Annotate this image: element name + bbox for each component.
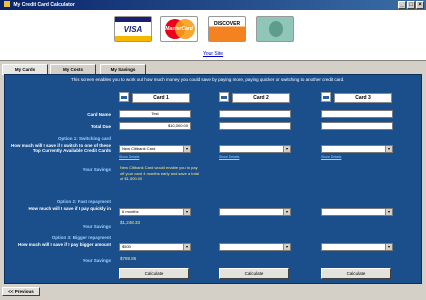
visa-logo-text: VISA bbox=[123, 25, 143, 34]
card-1-fast-repayment-select[interactable]: 6 months ▾ bbox=[119, 208, 191, 216]
option-3-savings-value: $789.85 bbox=[120, 256, 137, 261]
mastercard-logo-text: MasterCard bbox=[165, 26, 193, 32]
visa-logo: VISA bbox=[114, 16, 152, 42]
app-icon bbox=[4, 1, 10, 7]
window-titlebar: My Credit Card Calculator _ □ × bbox=[0, 0, 426, 10]
window-title: My Credit Card Calculator bbox=[13, 2, 75, 8]
close-button[interactable]: × bbox=[416, 1, 424, 9]
card-2-calculate-button[interactable]: Calculate bbox=[219, 268, 289, 279]
chevron-down-icon: ▾ bbox=[283, 146, 290, 152]
card-3-total-due-input[interactable] bbox=[321, 122, 393, 130]
card-name-label: Card Name bbox=[87, 112, 111, 117]
tab-bar: My Cards My Costs My Savings bbox=[0, 60, 426, 75]
card-1-switch-select[interactable]: New Citibank Card ▾ bbox=[119, 145, 191, 153]
chevron-down-icon: ▾ bbox=[183, 244, 190, 250]
chevron-down-icon: ▾ bbox=[385, 146, 392, 152]
option-2-savings-label: Your Savings bbox=[82, 224, 111, 229]
chevron-down-icon: ▾ bbox=[283, 209, 290, 215]
card-1-header: Card 1 bbox=[119, 91, 191, 105]
previous-button[interactable]: << Previous bbox=[2, 287, 40, 296]
option-1-question: How much will I save if I switch to one … bbox=[10, 143, 111, 153]
card-icon bbox=[119, 92, 129, 102]
card-2-switch-select[interactable]: ▾ bbox=[219, 145, 291, 153]
card-2-show-details-link[interactable]: Show Details bbox=[219, 155, 239, 159]
intro-text: This screen enables you to work out how … bbox=[71, 77, 345, 82]
your-site-link[interactable]: Your Site bbox=[0, 51, 426, 57]
option-1-savings-label: Your Savings bbox=[82, 167, 111, 172]
card-2-total-due-input[interactable] bbox=[219, 122, 291, 130]
option-2-savings-value: $1,248.33 bbox=[120, 220, 141, 225]
chevron-down-icon: ▾ bbox=[283, 244, 290, 250]
chevron-down-icon: ▾ bbox=[385, 244, 392, 250]
card-1-bigger-repayment-value: $500 bbox=[122, 244, 131, 249]
card-icon bbox=[321, 92, 331, 102]
option-2-question: How much will I save if I pay quickly in bbox=[28, 206, 111, 211]
option-3-question: How much will I save if I pay bigger amo… bbox=[17, 242, 111, 247]
amex-logo bbox=[256, 16, 294, 42]
chevron-down-icon: ▾ bbox=[183, 209, 190, 215]
footer-bar: << Previous bbox=[0, 284, 426, 300]
maximize-button[interactable]: □ bbox=[407, 1, 415, 9]
card-3-calculate-button[interactable]: Calculate bbox=[321, 268, 391, 279]
card-3-switch-select[interactable]: ▾ bbox=[321, 145, 393, 153]
card-1-fast-repayment-value: 6 months bbox=[122, 209, 139, 214]
discover-logo-text: DISCOVER bbox=[213, 21, 241, 27]
card-1-calculate-button[interactable]: Calculate bbox=[119, 268, 189, 279]
card-1-total-due-input[interactable]: $10,000.00 bbox=[119, 122, 191, 130]
minimize-button[interactable]: _ bbox=[398, 1, 406, 9]
mastercard-logo: MasterCard bbox=[160, 16, 198, 42]
switch-savings-note: New Citibank Card would enable you to pa… bbox=[120, 165, 199, 181]
discover-logo: DISCOVER bbox=[208, 16, 246, 42]
card-2-name-input[interactable] bbox=[219, 110, 291, 118]
card-2-fast-repayment-select[interactable]: ▾ bbox=[219, 208, 291, 216]
card-3-show-details-link[interactable]: Show Details bbox=[321, 155, 341, 159]
option-2-title: Option 2: Fast repayment bbox=[56, 199, 111, 204]
card-1-show-details-link[interactable]: Show Details bbox=[119, 155, 139, 159]
card-2-title: Card 2 bbox=[232, 93, 290, 103]
card-1-title: Card 1 bbox=[132, 93, 190, 103]
calculator-panel: This screen enables you to work out how … bbox=[4, 74, 422, 284]
card-3-name-input[interactable] bbox=[321, 110, 393, 118]
card-icon bbox=[219, 92, 229, 102]
card-3-fast-repayment-select[interactable]: ▾ bbox=[321, 208, 393, 216]
option-1-title: Option 1: Switching card bbox=[57, 136, 111, 141]
card-2-header: Card 2 bbox=[219, 91, 291, 105]
card-1-bigger-repayment-select[interactable]: $500 ▾ bbox=[119, 243, 191, 251]
chevron-down-icon: ▾ bbox=[385, 209, 392, 215]
card-3-bigger-repayment-select[interactable]: ▾ bbox=[321, 243, 393, 251]
option-3-title: Option 3: Bigger repayment bbox=[51, 235, 111, 240]
card-3-header: Card 3 bbox=[321, 91, 393, 105]
card-3-title: Card 3 bbox=[334, 93, 392, 103]
card-1-name-input[interactable]: Test bbox=[119, 110, 191, 118]
header-logos: VISA MasterCard DISCOVER Your Site bbox=[0, 10, 426, 60]
card-2-bigger-repayment-select[interactable]: ▾ bbox=[219, 243, 291, 251]
total-due-label: Total Due bbox=[90, 124, 111, 129]
chevron-down-icon: ▾ bbox=[183, 146, 190, 152]
card-1-switch-value: New Citibank Card bbox=[122, 146, 156, 151]
option-3-savings-label: Your Savings bbox=[82, 258, 111, 263]
